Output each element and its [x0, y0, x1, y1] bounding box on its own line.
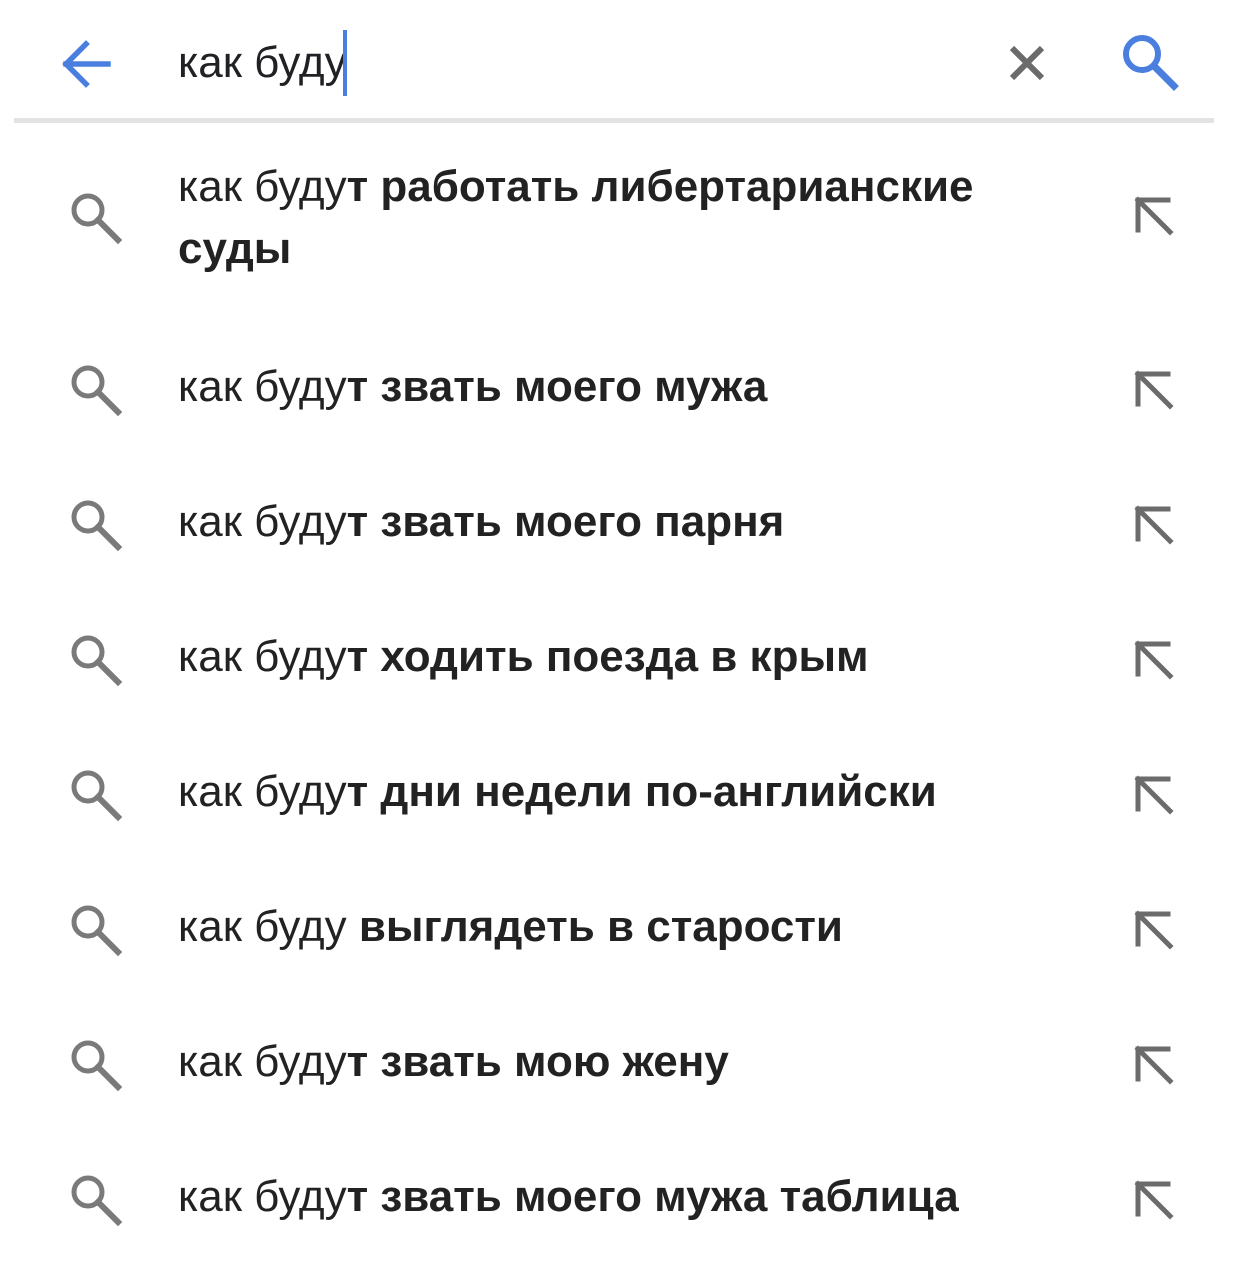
fill-query-button[interactable] — [1130, 771, 1176, 817]
suggestion-item[interactable]: как буду выглядеть в старости — [0, 862, 1242, 997]
search-icon — [71, 365, 123, 417]
fill-query-button[interactable] — [1130, 1176, 1176, 1222]
clear-button[interactable] — [1004, 40, 1050, 86]
suggestion-text: как будут работать либертарианские суды — [178, 156, 1072, 280]
suggestion-completion-part: выглядеть в старости — [358, 902, 843, 951]
suggestion-text: как будут звать моего мужа таблица — [178, 1166, 1072, 1228]
suggestion-typed-part: как буду — [178, 362, 347, 411]
arrow-up-left-icon — [1134, 1045, 1174, 1085]
search-bar: как буду — [0, 0, 1242, 122]
suggestion-completion-part: т ходить поезда в крым — [346, 632, 869, 681]
search-query-text[interactable]: как буду — [178, 30, 347, 96]
arrow-up-left-icon — [1134, 910, 1174, 950]
suggestion-typed-part: как буду — [178, 632, 347, 681]
suggestion-text: как будут звать моего мужа — [178, 356, 1072, 418]
search-icon — [71, 635, 123, 687]
suggestion-typed-part: как буду — [178, 1172, 347, 1221]
suggestion-completion-part: т звать мою жену — [346, 1037, 729, 1086]
arrow-up-left-icon — [1134, 775, 1174, 815]
search-icon — [71, 905, 123, 957]
suggestion-item[interactable]: как будут ходить поезда в крым — [0, 592, 1242, 727]
suggestion-item[interactable]: как будут дни недели по-английски — [0, 727, 1242, 862]
suggestion-text: как будут звать моего парня — [178, 491, 1072, 553]
suggestion-typed-part: как буду — [178, 902, 359, 951]
arrow-up-left-icon — [1134, 505, 1174, 545]
suggestion-typed-part: как буду — [178, 1037, 347, 1086]
fill-query-button[interactable] — [1130, 366, 1176, 412]
search-icon — [71, 1175, 123, 1227]
fill-query-button[interactable] — [1130, 501, 1176, 547]
suggestion-list: как будут работать либертарианские суды … — [0, 124, 1242, 1267]
suggestion-text: как будут звать мою жену — [178, 1031, 1072, 1093]
suggestion-item[interactable]: как будут звать моего мужа таблица — [0, 1132, 1242, 1267]
fill-query-button[interactable] — [1130, 192, 1176, 238]
suggestion-completion-part: т звать моего мужа таблица — [346, 1172, 959, 1221]
fill-query-button[interactable] — [1130, 906, 1176, 952]
suggestion-typed-part: как буду — [178, 497, 347, 546]
search-icon — [1123, 35, 1179, 91]
suggestion-typed-part: как буду — [178, 767, 347, 816]
arrow-up-left-icon — [1134, 370, 1174, 410]
suggestion-completion-part: т дни недели по-английски — [346, 767, 937, 816]
arrow-up-left-icon — [1134, 640, 1174, 680]
suggestion-item[interactable]: как будут звать моего мужа — [0, 322, 1242, 457]
suggestion-item[interactable]: как будут звать моего парня — [0, 457, 1242, 592]
suggestion-completion-part: т звать моего парня — [346, 497, 785, 546]
arrow-up-left-icon — [1134, 1180, 1174, 1220]
fill-query-button[interactable] — [1130, 1041, 1176, 1087]
search-icon — [71, 770, 123, 822]
back-button[interactable] — [56, 36, 116, 92]
suggestion-text: как буду выглядеть в старости — [178, 896, 1072, 958]
close-icon — [1009, 45, 1045, 81]
search-button[interactable] — [1118, 30, 1182, 94]
suggestion-completion-part: т звать моего мужа — [346, 362, 768, 411]
arrow-up-left-icon — [1134, 196, 1174, 236]
text-caret — [342, 30, 347, 96]
suggestion-text: как будут ходить поезда в крым — [178, 626, 1072, 688]
search-icon — [71, 1040, 123, 1092]
arrow-left-icon — [62, 40, 111, 88]
suggestion-item[interactable]: как будут работать либертарианские суды — [0, 124, 1242, 312]
search-input[interactable]: как буду — [178, 30, 347, 96]
search-icon — [71, 500, 123, 552]
suggestion-item[interactable]: как будут звать мою жену — [0, 997, 1242, 1132]
fill-query-button[interactable] — [1130, 636, 1176, 682]
suggestion-typed-part: как буду — [178, 162, 347, 211]
suggestion-text: как будут дни недели по-английски — [178, 761, 1072, 823]
search-icon — [71, 193, 123, 245]
search-divider — [14, 118, 1214, 123]
